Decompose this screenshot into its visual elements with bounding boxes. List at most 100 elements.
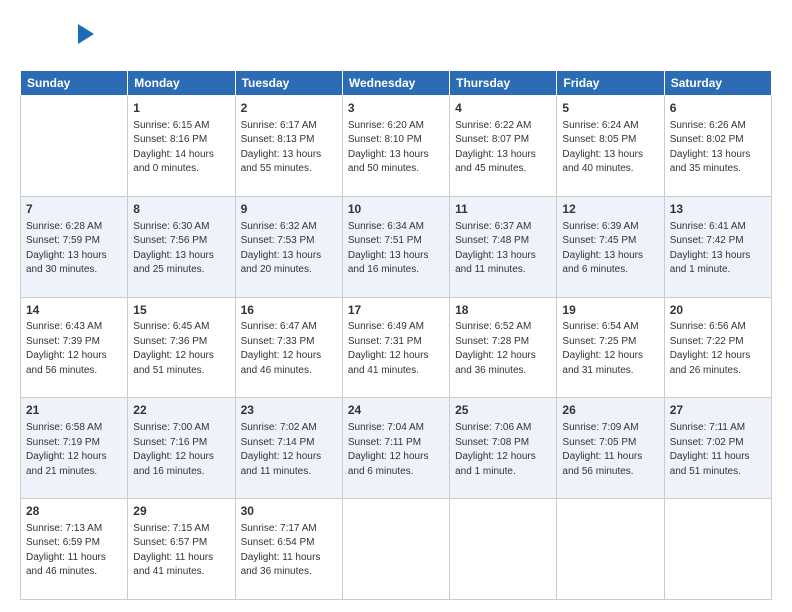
day-number: 9 (241, 201, 337, 218)
calendar-cell (664, 499, 771, 600)
day-content: Sunrise: 7:00 AMSunset: 7:16 PMDaylight:… (133, 421, 229, 479)
day-content: Sunrise: 7:13 AMSunset: 6:59 PMDaylight:… (26, 522, 122, 580)
day-number: 16 (241, 302, 337, 319)
day-number: 14 (26, 302, 122, 319)
calendar-cell (342, 499, 449, 600)
calendar-cell: 30Sunrise: 7:17 AMSunset: 6:54 PMDayligh… (235, 499, 342, 600)
day-number: 22 (133, 402, 229, 419)
day-content: Sunrise: 6:17 AMSunset: 8:13 PMDaylight:… (241, 119, 337, 177)
calendar-header-tuesday: Tuesday (235, 71, 342, 96)
calendar-cell (21, 96, 128, 197)
calendar-week-row: 14Sunrise: 6:43 AMSunset: 7:39 PMDayligh… (21, 297, 772, 398)
calendar-cell: 20Sunrise: 6:56 AMSunset: 7:22 PMDayligh… (664, 297, 771, 398)
day-content: Sunrise: 7:02 AMSunset: 7:14 PMDaylight:… (241, 421, 337, 479)
calendar-cell: 24 Sunrise: 7:04 AMSunset: 7:11 PMDayligh… (342, 398, 449, 499)
day-content: Sunrise: 6:45 AMSunset: 7:36 PMDaylight:… (133, 320, 229, 378)
calendar-cell: 23 Sunrise: 7:02 AMSunset: 7:14 PMDayligh… (235, 398, 342, 499)
day-content: Sunrise: 7:06 AMSunset: 7:08 PMDaylight:… (455, 421, 551, 479)
day-content: Sunrise: 7:09 AMSunset: 7:05 PMDaylight:… (562, 421, 658, 479)
calendar-cell: 1 Sunrise: 6:15 AMSunset: 8:16 PMDaylight… (128, 96, 235, 197)
day-number: 13 (670, 201, 766, 218)
day-content: Sunrise: 6:54 AMSunset: 7:25 PMDaylight:… (562, 320, 658, 378)
calendar-table: SundayMondayTuesdayWednesdayThursdayFrid… (20, 70, 772, 600)
day-content: Sunrise: 6:52 AMSunset: 7:28 PMDaylight:… (455, 320, 551, 378)
calendar-cell: 9 Sunrise: 6:32 AMSunset: 7:53 PMDaylight… (235, 196, 342, 297)
calendar-cell: 26 Sunrise: 7:09 AMSunset: 7:05 PMDayligh… (557, 398, 664, 499)
calendar-cell: 10 Sunrise: 6:34 AMSunset: 7:51 PMDayligh… (342, 196, 449, 297)
day-number: 29 (133, 503, 229, 520)
calendar-cell: 5 Sunrise: 6:24 AMSunset: 8:05 PMDaylight… (557, 96, 664, 197)
calendar-header-friday: Friday (557, 71, 664, 96)
calendar-cell: 14Sunrise: 6:43 AMSunset: 7:39 PMDayligh… (21, 297, 128, 398)
calendar-cell (450, 499, 557, 600)
calendar-cell: 12 Sunrise: 6:39 AMSunset: 7:45 PMDayligh… (557, 196, 664, 297)
calendar-cell: 4Sunrise: 6:22 AMSunset: 8:07 PMDaylight… (450, 96, 557, 197)
day-number: 28 (26, 503, 122, 520)
calendar-cell: 13Sunrise: 6:41 AMSunset: 7:42 PMDayligh… (664, 196, 771, 297)
day-number: 5 (562, 100, 658, 117)
day-content: Sunrise: 6:24 AMSunset: 8:05 PMDaylight:… (562, 119, 658, 177)
day-content: Sunrise: 6:26 AMSunset: 8:02 PMDaylight:… (670, 119, 766, 177)
day-number: 3 (348, 100, 444, 117)
day-content: Sunrise: 6:49 AMSunset: 7:31 PMDaylight:… (348, 320, 444, 378)
day-content: Sunrise: 6:58 AMSunset: 7:19 PMDaylight:… (26, 421, 122, 479)
day-number: 8 (133, 201, 229, 218)
day-content: Sunrise: 6:39 AMSunset: 7:45 PMDaylight:… (562, 220, 658, 278)
day-number: 2 (241, 100, 337, 117)
day-content: Sunrise: 6:37 AMSunset: 7:48 PMDaylight:… (455, 220, 551, 278)
day-number: 20 (670, 302, 766, 319)
calendar-week-row: 1 Sunrise: 6:15 AMSunset: 8:16 PMDaylight… (21, 96, 772, 197)
calendar-cell: 15Sunrise: 6:45 AMSunset: 7:36 PMDayligh… (128, 297, 235, 398)
calendar-cell: 3 Sunrise: 6:20 AMSunset: 8:10 PMDaylight… (342, 96, 449, 197)
day-number: 26 (562, 402, 658, 419)
logo (20, 18, 95, 62)
day-content: Sunrise: 7:15 AMSunset: 6:57 PMDaylight:… (133, 522, 229, 580)
day-number: 24 (348, 402, 444, 419)
day-content: Sunrise: 6:56 AMSunset: 7:22 PMDaylight:… (670, 320, 766, 378)
calendar-header-saturday: Saturday (664, 71, 771, 96)
day-content: Sunrise: 6:43 AMSunset: 7:39 PMDaylight:… (26, 320, 122, 378)
calendar-cell: 21 Sunrise: 6:58 AMSunset: 7:19 PMDayligh… (21, 398, 128, 499)
calendar-cell: 18Sunrise: 6:52 AMSunset: 7:28 PMDayligh… (450, 297, 557, 398)
day-number: 19 (562, 302, 658, 319)
day-number: 18 (455, 302, 551, 319)
day-number: 25 (455, 402, 551, 419)
day-content: Sunrise: 7:11 AMSunset: 7:02 PMDaylight:… (670, 421, 766, 479)
calendar-cell: 22 Sunrise: 7:00 AMSunset: 7:16 PMDayligh… (128, 398, 235, 499)
calendar-cell: 17Sunrise: 6:49 AMSunset: 7:31 PMDayligh… (342, 297, 449, 398)
calendar-cell: 2 Sunrise: 6:17 AMSunset: 8:13 PMDaylight… (235, 96, 342, 197)
logo-chevron-icon (78, 24, 94, 44)
day-number: 11 (455, 201, 551, 218)
day-number: 21 (26, 402, 122, 419)
day-content: Sunrise: 6:32 AMSunset: 7:53 PMDaylight:… (241, 220, 337, 278)
day-number: 7 (26, 201, 122, 218)
calendar-cell: 16Sunrise: 6:47 AMSunset: 7:33 PMDayligh… (235, 297, 342, 398)
day-number: 12 (562, 201, 658, 218)
day-content: Sunrise: 6:28 AMSunset: 7:59 PMDaylight:… (26, 220, 122, 278)
day-number: 15 (133, 302, 229, 319)
calendar-cell: 8 Sunrise: 6:30 AMSunset: 7:56 PMDaylight… (128, 196, 235, 297)
calendar-cell: 28 Sunrise: 7:13 AMSunset: 6:59 PMDayligh… (21, 499, 128, 600)
day-content: Sunrise: 6:34 AMSunset: 7:51 PMDaylight:… (348, 220, 444, 278)
calendar-week-row: 21 Sunrise: 6:58 AMSunset: 7:19 PMDayligh… (21, 398, 772, 499)
day-number: 27 (670, 402, 766, 419)
calendar-header-thursday: Thursday (450, 71, 557, 96)
day-number: 1 (133, 100, 229, 117)
day-number: 10 (348, 201, 444, 218)
day-content: Sunrise: 6:15 AMSunset: 8:16 PMDaylight:… (133, 119, 229, 177)
day-content: Sunrise: 7:04 AMSunset: 7:11 PMDaylight:… (348, 421, 444, 479)
day-content: Sunrise: 6:30 AMSunset: 7:56 PMDaylight:… (133, 220, 229, 278)
calendar-cell: 27 Sunrise: 7:11 AMSunset: 7:02 PMDayligh… (664, 398, 771, 499)
calendar-cell: 6 Sunrise: 6:26 AMSunset: 8:02 PMDaylight… (664, 96, 771, 197)
page: SundayMondayTuesdayWednesdayThursdayFrid… (0, 0, 792, 612)
calendar-cell: 19Sunrise: 6:54 AMSunset: 7:25 PMDayligh… (557, 297, 664, 398)
day-number: 4 (455, 100, 551, 117)
calendar-header-row: SundayMondayTuesdayWednesdayThursdayFrid… (21, 71, 772, 96)
day-content: Sunrise: 6:20 AMSunset: 8:10 PMDaylight:… (348, 119, 444, 177)
calendar-cell (557, 499, 664, 600)
day-content: Sunrise: 6:47 AMSunset: 7:33 PMDaylight:… (241, 320, 337, 378)
calendar-header-monday: Monday (128, 71, 235, 96)
day-number: 6 (670, 100, 766, 117)
calendar-week-row: 28 Sunrise: 7:13 AMSunset: 6:59 PMDayligh… (21, 499, 772, 600)
day-number: 23 (241, 402, 337, 419)
